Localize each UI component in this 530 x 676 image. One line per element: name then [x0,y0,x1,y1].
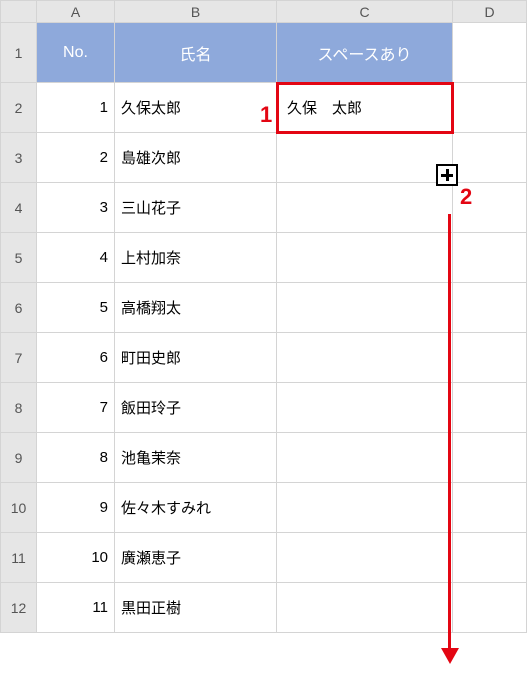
cell-D9[interactable] [453,433,527,483]
cell-B12[interactable]: 黒田正樹 [115,583,277,633]
column-header-C[interactable]: C [277,1,453,23]
cell-D12[interactable] [453,583,527,633]
column-header-A[interactable]: A [37,1,115,23]
cell-D1[interactable] [453,23,527,83]
cell-C3[interactable] [277,133,453,183]
cell-B9[interactable]: 池亀茉奈 [115,433,277,483]
cell-A4[interactable]: 3 [37,183,115,233]
row-header-6[interactable]: 6 [1,283,37,333]
cell-A8[interactable]: 7 [37,383,115,433]
cell-B3[interactable]: 島雄次郎 [115,133,277,183]
row-header-3[interactable]: 3 [1,133,37,183]
cell-B2[interactable]: 久保太郎 [115,83,277,133]
cell-B1[interactable]: 氏名 [115,23,277,83]
cell-C7[interactable] [277,333,453,383]
cell-B10[interactable]: 佐々木すみれ [115,483,277,533]
cell-D7[interactable] [453,333,527,383]
cell-B11[interactable]: 廣瀬恵子 [115,533,277,583]
cell-A5[interactable]: 4 [37,233,115,283]
cell-A6[interactable]: 5 [37,283,115,333]
cell-C10[interactable] [277,483,453,533]
row-header-7[interactable]: 7 [1,333,37,383]
cell-C12[interactable] [277,583,453,633]
select-all-corner[interactable] [1,1,37,23]
cell-C6[interactable] [277,283,453,333]
cell-A11[interactable]: 10 [37,533,115,583]
cell-C2[interactable]: 久保 太郎 [277,83,453,133]
cell-A3[interactable]: 2 [37,133,115,183]
cell-D4[interactable] [453,183,527,233]
column-header-D[interactable]: D [453,1,527,23]
cell-C4[interactable] [277,183,453,233]
row-header-9[interactable]: 9 [1,433,37,483]
cell-B5[interactable]: 上村加奈 [115,233,277,283]
cell-A9[interactable]: 8 [37,433,115,483]
cell-B4[interactable]: 三山花子 [115,183,277,233]
column-header-B[interactable]: B [115,1,277,23]
row-header-1[interactable]: 1 [1,23,37,83]
cell-C9[interactable] [277,433,453,483]
cell-B7[interactable]: 町田史郎 [115,333,277,383]
cell-D8[interactable] [453,383,527,433]
fill-handle-icon[interactable] [436,164,458,186]
cell-A12[interactable]: 11 [37,583,115,633]
cell-D11[interactable] [453,533,527,583]
row-header-2[interactable]: 2 [1,83,37,133]
cell-C11[interactable] [277,533,453,583]
row-header-11[interactable]: 11 [1,533,37,583]
annotation-arrow-head-icon [441,648,459,664]
row-header-4[interactable]: 4 [1,183,37,233]
cell-D3[interactable] [453,133,527,183]
row-header-10[interactable]: 10 [1,483,37,533]
row-header-5[interactable]: 5 [1,233,37,283]
cell-A1[interactable]: No. [37,23,115,83]
cell-B6[interactable]: 高橋翔太 [115,283,277,333]
annotation-arrow-line [448,214,451,654]
cell-C5[interactable] [277,233,453,283]
cell-D2[interactable] [453,83,527,133]
cell-D6[interactable] [453,283,527,333]
cell-B8[interactable]: 飯田玲子 [115,383,277,433]
cell-D10[interactable] [453,483,527,533]
cell-D5[interactable] [453,233,527,283]
cell-A10[interactable]: 9 [37,483,115,533]
cell-A7[interactable]: 6 [37,333,115,383]
cell-C8[interactable] [277,383,453,433]
cell-C1[interactable]: スペースあり [277,23,453,83]
row-header-8[interactable]: 8 [1,383,37,433]
cell-A2[interactable]: 1 [37,83,115,133]
row-header-12[interactable]: 12 [1,583,37,633]
